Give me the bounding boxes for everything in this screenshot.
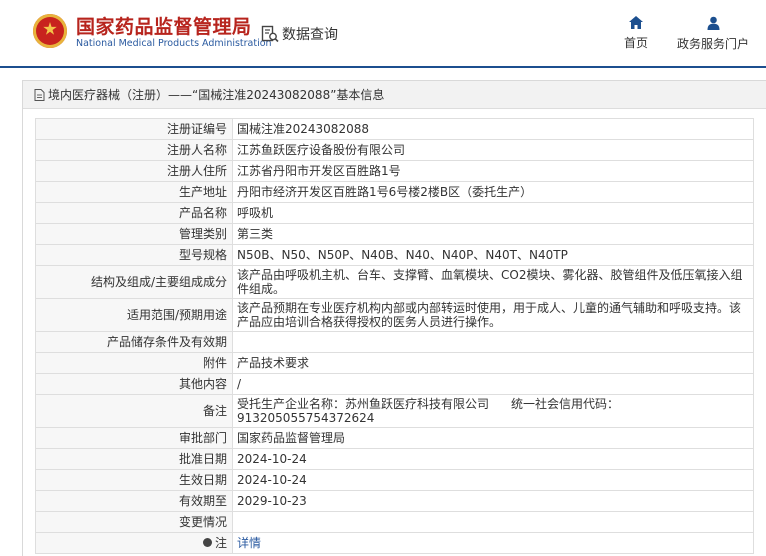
pin-icon	[202, 538, 212, 547]
field-value: 2024-10-24	[232, 469, 754, 491]
nav-home-label: 首页	[623, 36, 648, 50]
table-row: 附件 产品技术要求	[35, 352, 754, 374]
field-value: 江苏省丹阳市开发区百胜路1号	[232, 160, 754, 182]
home-icon	[629, 16, 643, 29]
nav-portal-label: 政务服务门户	[676, 37, 749, 51]
table-row: 型号规格 N50B、N50、N50P、N40B、N40、N40P、N40T、N4…	[35, 244, 754, 266]
site-name-cn: 国家药品监督管理局	[76, 16, 252, 38]
field-label: 结构及组成/主要组成成分	[35, 265, 233, 299]
table-row: 审批部门 国家药品监督管理局	[35, 427, 754, 449]
field-label: 有效期至	[35, 490, 233, 512]
table-row: 产品储存条件及有效期	[35, 331, 754, 353]
field-label: 管理类别	[35, 223, 233, 245]
field-label: 其他内容	[35, 373, 233, 395]
table-row: 注册人名称 江苏鱼跃医疗设备股份有限公司	[35, 139, 754, 161]
field-value: 第三类	[232, 223, 754, 245]
table-row: 其他内容 /	[35, 373, 754, 395]
table-row: 有效期至 2029-10-23	[35, 490, 754, 512]
field-label: 适用范围/预期用途	[35, 298, 233, 332]
nav-service-portal[interactable]: 政务服务门户	[672, 16, 754, 52]
table-row: 产品名称 呼吸机	[35, 202, 754, 224]
field-label: 产品名称	[35, 202, 233, 224]
table-row: 变更情况	[35, 511, 754, 533]
field-label: 附件	[35, 352, 233, 374]
table-row: 适用范围/预期用途 该产品预期在专业医疗机构内部或内部转运时使用，用于成人、儿童…	[35, 298, 754, 332]
breadcrumb: 境内医疗器械（注册）——“国械注准20243082088”基本信息	[48, 88, 385, 102]
field-value: 该产品预期在专业医疗机构内部或内部转运时使用，用于成人、儿童的通气辅助和呼吸支持…	[232, 298, 754, 332]
nav-home[interactable]: 首页	[619, 16, 653, 51]
national-emblem-logo	[33, 14, 67, 48]
table-row: 备注 受托生产企业名称：苏州鱼跃医疗科技有限公司 统一社会信用代码：9132050…	[35, 394, 754, 428]
field-value: 国械注准20243082088	[232, 118, 754, 140]
field-value: 受托生产企业名称：苏州鱼跃医疗科技有限公司 统一社会信用代码：9132050557…	[232, 394, 754, 428]
field-value: /	[232, 373, 754, 395]
remark-entrusted-manufacturer: 受托生产企业名称：苏州鱼跃医疗科技有限公司	[237, 397, 490, 411]
field-label: 注册人名称	[35, 139, 233, 161]
note-label: 注	[214, 536, 227, 550]
table-row: 生效日期 2024-10-24	[35, 469, 754, 491]
table-row: 注册人住所 江苏省丹阳市开发区百胜路1号	[35, 160, 754, 182]
registration-info-table: 注册证编号 国械注准20243082088 注册人名称 江苏鱼跃医疗设备股份有限…	[35, 118, 754, 554]
panel-title-bar: 境内医疗器械（注册）——“国械注准20243082088”基本信息	[23, 81, 766, 109]
site-name-en: National Medical Products Administration	[76, 38, 272, 49]
field-label: 产品储存条件及有效期	[35, 331, 233, 353]
field-value	[232, 331, 754, 353]
field-value: 呼吸机	[232, 202, 754, 224]
table-row: 管理类别 第三类	[35, 223, 754, 245]
field-label: 审批部门	[35, 427, 233, 449]
table-row: 生产地址 丹阳市经济开发区百胜路1号6号楼2楼B区（委托生产）	[35, 181, 754, 203]
field-label: 注	[35, 532, 233, 554]
header-divider	[0, 66, 766, 68]
field-label: 型号规格	[35, 244, 233, 266]
field-value: 2024-10-24	[232, 448, 754, 470]
field-value: 国家药品监督管理局	[232, 427, 754, 449]
document-search-icon	[261, 25, 279, 43]
detail-panel: 境内医疗器械（注册）——“国械注准20243082088”基本信息 注册证编号 …	[22, 80, 766, 556]
data-query-link[interactable]: 数据查询	[261, 24, 338, 44]
field-value: 该产品由呼吸机主机、台车、支撑臂、血氧模块、CO2模块、雾化器、胶管组件及低压氧…	[232, 265, 754, 299]
field-value	[232, 511, 754, 533]
data-query-label: 数据查询	[282, 27, 338, 43]
details-link[interactable]: 详情	[237, 536, 261, 550]
field-label: 生产地址	[35, 181, 233, 203]
table-row: 注 详情	[35, 532, 754, 554]
table-row: 批准日期 2024-10-24	[35, 448, 754, 470]
field-value: 2029-10-23	[232, 490, 754, 512]
field-label: 注册证编号	[35, 118, 233, 140]
field-value: 产品技术要求	[232, 352, 754, 374]
site-header: 国家药品监督管理局 National Medical Products Admi…	[0, 0, 766, 68]
field-label: 备注	[35, 394, 233, 428]
field-label: 批准日期	[35, 448, 233, 470]
field-value: 详情	[232, 532, 754, 554]
field-label: 变更情况	[35, 511, 233, 533]
field-label: 注册人住所	[35, 160, 233, 182]
user-icon	[707, 16, 719, 30]
field-label: 生效日期	[35, 469, 233, 491]
field-value: 江苏鱼跃医疗设备股份有限公司	[232, 139, 754, 161]
field-value: 丹阳市经济开发区百胜路1号6号楼2楼B区（委托生产）	[232, 181, 754, 203]
table-row: 结构及组成/主要组成成分 该产品由呼吸机主机、台车、支撑臂、血氧模块、CO2模块…	[35, 265, 754, 299]
field-value: N50B、N50、N50P、N40B、N40、N40P、N40T、N40TP	[232, 244, 754, 266]
table-row: 注册证编号 国械注准20243082088	[35, 118, 754, 140]
document-icon	[34, 88, 45, 101]
